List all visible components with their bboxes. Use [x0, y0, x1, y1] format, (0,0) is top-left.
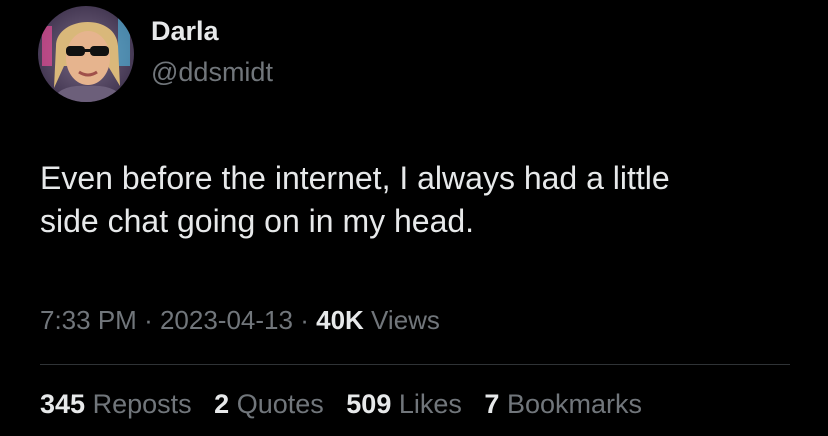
meta-separator: · — [300, 305, 309, 335]
reposts-label: Reposts — [92, 389, 192, 419]
display-name[interactable]: Darla — [151, 16, 219, 47]
quotes-label: Quotes — [236, 389, 324, 419]
engagement-stats: 345 Reposts 2 Quotes 509 Likes 7 Bookmar… — [40, 389, 657, 420]
tweet-text: Even before the internet, I always had a… — [40, 157, 800, 243]
divider — [40, 364, 790, 365]
avatar[interactable] — [38, 6, 134, 102]
views-count: 40K — [316, 305, 364, 335]
likes-count: 509 — [346, 389, 392, 419]
tweet-date[interactable]: 2023-04-13 — [160, 305, 293, 335]
views-label: Views — [371, 305, 440, 335]
bookmarks-count: 7 — [484, 389, 500, 419]
quotes-count: 2 — [214, 389, 230, 419]
user-handle[interactable]: @ddsmidt — [151, 57, 273, 88]
meta-separator: · — [144, 305, 153, 335]
likes-label: Likes — [398, 389, 462, 419]
bookmarks-label: Bookmarks — [506, 389, 642, 419]
tweet-text-line: Even before the internet, I always had a… — [40, 160, 670, 196]
quotes-stat[interactable]: 2 Quotes — [214, 389, 324, 420]
likes-stat[interactable]: 509 Likes — [346, 389, 462, 420]
bookmarks-stat[interactable]: 7 Bookmarks — [484, 389, 642, 420]
tweet-text-line: side chat going on in my head. — [40, 203, 475, 239]
tweet-detail: Darla @ddsmidt Even before the internet,… — [0, 0, 828, 436]
tweet-time[interactable]: 7:33 PM — [40, 305, 137, 335]
reposts-count: 345 — [40, 389, 86, 419]
tweet-meta: 7:33 PM · 2023-04-13 · 40K Views — [40, 305, 440, 336]
profile-photo-icon — [38, 6, 134, 102]
reposts-stat[interactable]: 345 Reposts — [40, 389, 192, 420]
